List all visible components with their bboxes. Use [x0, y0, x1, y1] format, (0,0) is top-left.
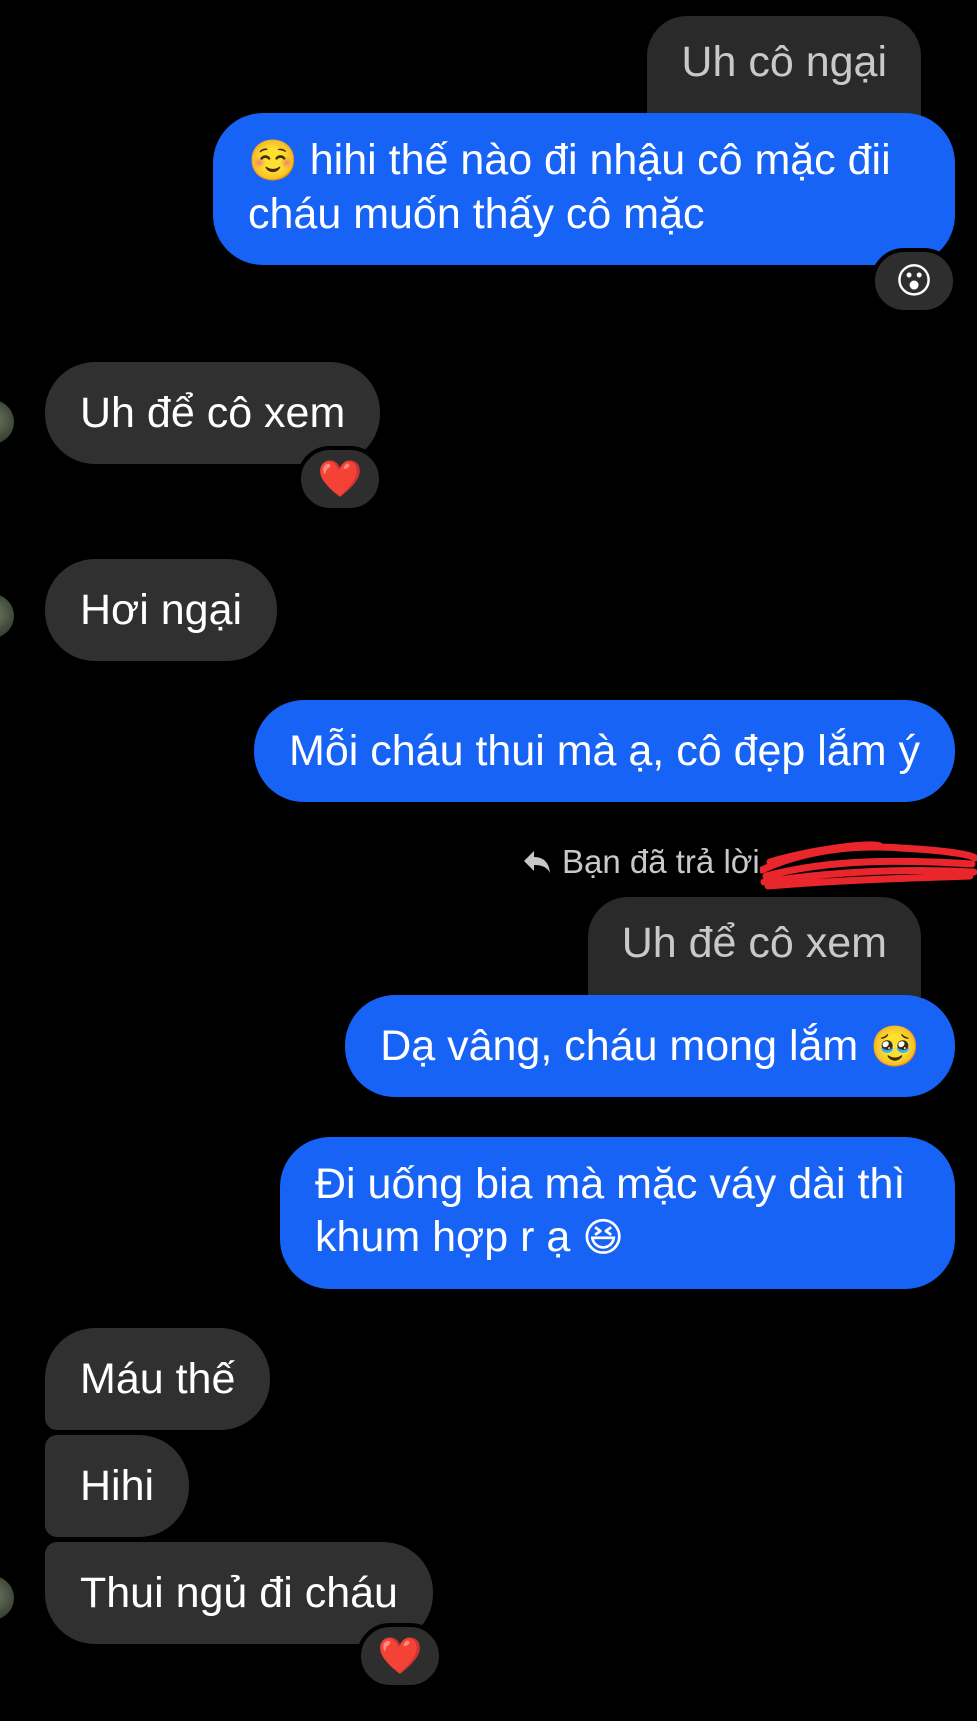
- incoming-message[interactable]: Máu thế: [45, 1328, 271, 1430]
- pleading-face-emoji: 🥹: [870, 1025, 920, 1069]
- contact-avatar[interactable]: [0, 594, 14, 638]
- outgoing-message[interactable]: Mỗi cháu thui mà ạ, cô đẹp lắm ý: [254, 700, 955, 802]
- outgoing-message[interactable]: Dạ vâng, cháu mong lắm 🥹: [345, 995, 955, 1097]
- heart-emoji: ❤️: [317, 458, 363, 499]
- surprised-face-emoji: 😮: [895, 260, 933, 301]
- reaction-badge[interactable]: 😮: [871, 248, 957, 314]
- message-text: Đi uống bia mà mặc váy dài thì: [315, 1160, 906, 1208]
- incoming-message[interactable]: Hihi: [45, 1435, 190, 1537]
- reply-quote-bubble[interactable]: Uh cô ngại: [647, 16, 921, 116]
- reply-arrow-icon: [524, 851, 550, 873]
- reply-note-text: Bạn đã trả lời: [562, 843, 760, 880]
- message-text: Hơi ngại: [80, 586, 243, 634]
- message-text: khum hợp r ạ: [315, 1213, 571, 1261]
- reaction-badge[interactable]: ❤️: [297, 446, 383, 512]
- reply-quote-text: Uh để cô xem: [621, 919, 887, 967]
- message-text: Hihi: [80, 1462, 155, 1510]
- reply-quote-bubble[interactable]: Uh để cô xem: [587, 897, 921, 997]
- message-text: Mỗi cháu thui mà ạ, cô đẹp lắm ý: [289, 727, 920, 775]
- message-text: Thui ngủ đi cháu: [80, 1569, 398, 1617]
- contact-avatar[interactable]: [0, 1576, 14, 1620]
- incoming-message[interactable]: Hơi ngại: [45, 559, 278, 661]
- contact-avatar[interactable]: [0, 400, 14, 444]
- laughing-emoji: 😆: [582, 1216, 624, 1260]
- message-text: Máu thế: [80, 1355, 236, 1403]
- message-text: Dạ vâng, cháu mong lắm: [380, 1022, 859, 1070]
- message-text: cháu muốn thấy cô mặc: [248, 190, 705, 238]
- redaction-scribble: [760, 841, 977, 890]
- reaction-badge[interactable]: ❤️: [357, 1623, 443, 1689]
- reply-quote-text: Uh cô ngại: [681, 38, 887, 86]
- heart-emoji: ❤️: [377, 1635, 423, 1676]
- smiling-emoji: ☺️: [248, 139, 298, 183]
- outgoing-message[interactable]: ☺️ hihi thế nào đi nhậu cô mặc đii cháu …: [213, 113, 955, 265]
- message-text: hihi thế nào đi nhậu cô mặc đii: [309, 136, 891, 184]
- reply-indicator: Bạn đã trả lời: [522, 838, 760, 886]
- message-text: Uh để cô xem: [80, 389, 346, 437]
- outgoing-message[interactable]: Đi uống bia mà mặc váy dài thì khum hợp …: [280, 1137, 955, 1289]
